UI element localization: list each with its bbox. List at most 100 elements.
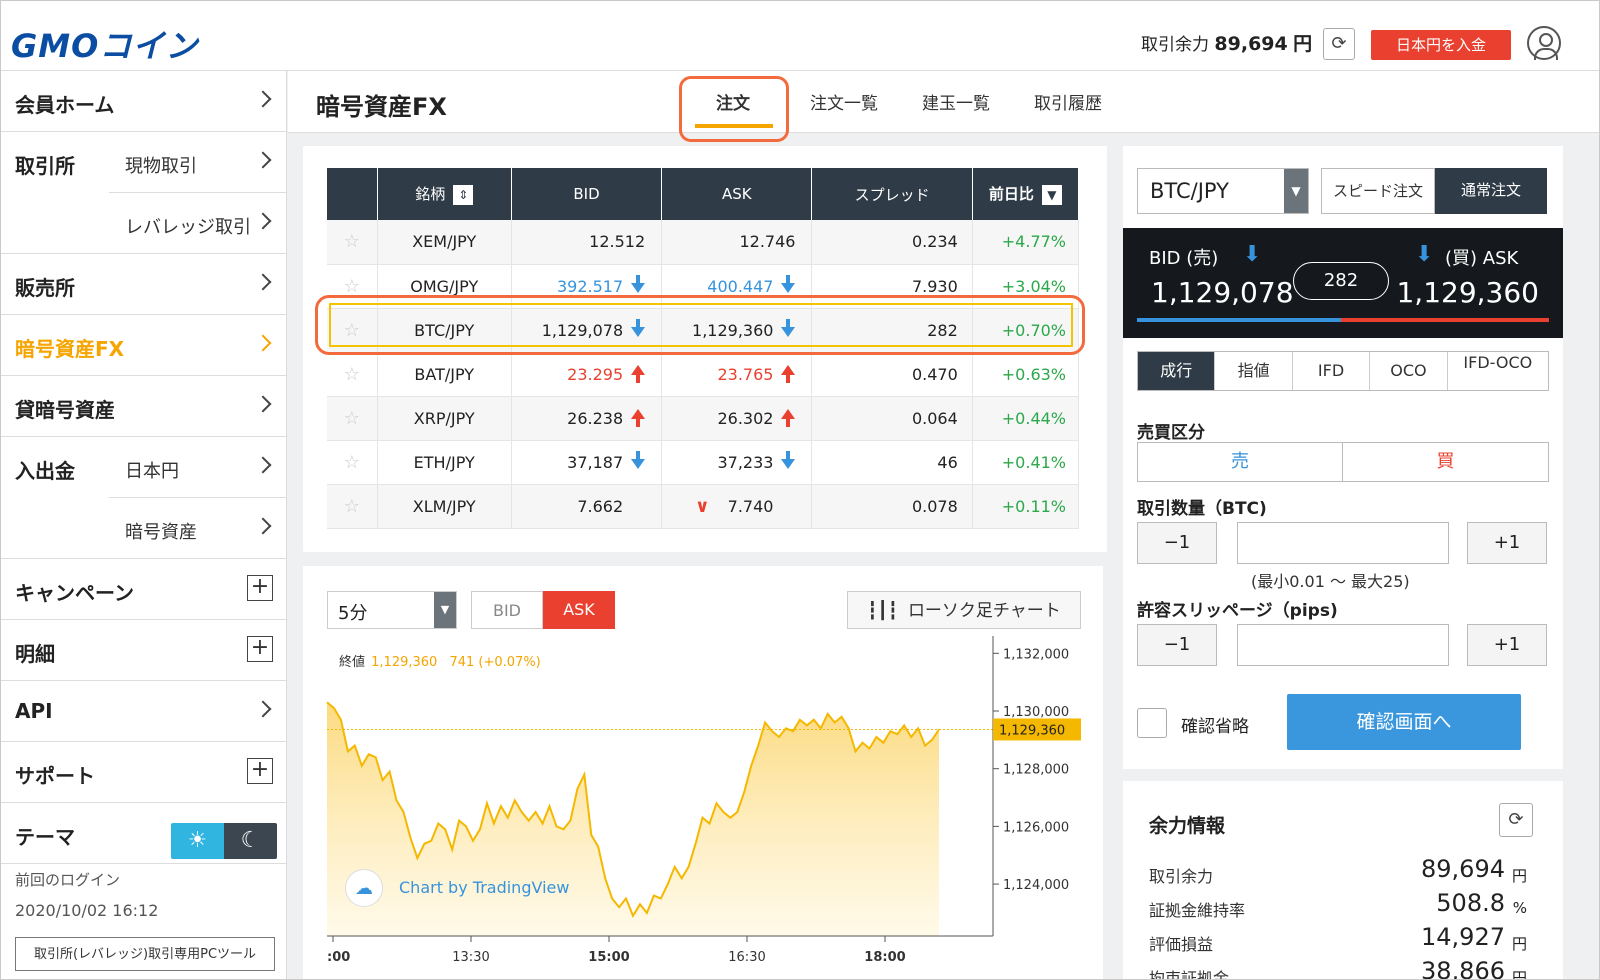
sidebar-item-leverage[interactable]: レバレッジ取引 xyxy=(109,193,287,254)
price-chart[interactable]: 1,132,000 1,130,000 1,128,000 1,126,000 1,12… xyxy=(303,566,1103,980)
tab-oco[interactable]: OCO xyxy=(1370,352,1448,390)
row-ask[interactable]: 12.746 xyxy=(661,220,813,265)
sidebar-item-label: テーマ xyxy=(15,825,75,849)
row-bid-value: 7.662 xyxy=(577,496,624,516)
ask-price[interactable]: 1,129,360 xyxy=(1396,276,1539,309)
row-bid[interactable]: 26.238 xyxy=(511,396,663,441)
row-ask[interactable]: ∨ 7.740 xyxy=(661,484,813,529)
row-bid[interactable]: 23.295 xyxy=(511,352,663,397)
theme-toggle[interactable]: ☀ ☾ xyxy=(171,823,277,859)
sidebar-item-api[interactable]: API xyxy=(1,681,287,742)
pin-icon[interactable]: ☆ xyxy=(327,396,378,441)
tab-ifd-oco[interactable]: IFD-OCO xyxy=(1448,352,1548,390)
qty-plus-button[interactable]: +1 xyxy=(1467,522,1547,564)
plus-icon[interactable]: + xyxy=(247,636,273,662)
table-row[interactable]: ☆ XRP/JPY 26.238 26.302 0.064 +0.44% xyxy=(327,396,1080,441)
confirm-button[interactable]: 確認画面へ xyxy=(1287,694,1521,750)
ask-label: (買) ASK xyxy=(1445,248,1519,269)
sidebar-sub-label: 現物取引 xyxy=(125,156,197,177)
qty-minus-button[interactable]: −1 xyxy=(1137,522,1217,564)
row-symbol: XLM/JPY xyxy=(377,484,512,529)
tab-history[interactable]: 取引履歴 xyxy=(1034,89,1102,114)
row-symbol: XEM/JPY xyxy=(377,220,512,265)
tradingview-logo-icon: ☁ xyxy=(345,869,383,907)
sidebar-item-label: 明細 xyxy=(15,642,55,666)
header-label: 銘柄 xyxy=(415,185,446,204)
capacity-value: 14,927 xyxy=(1421,923,1505,951)
speed-order-button[interactable]: スピード注文 xyxy=(1321,168,1435,214)
row-ask-value: 26.302 xyxy=(717,408,774,428)
row-bid[interactable]: 7.662 xyxy=(511,484,663,529)
header-change[interactable]: 前日比 ▼ xyxy=(972,168,1080,220)
table-row[interactable]: ☆ XEM/JPY 12.512 12.746 0.234 +4.77% xyxy=(327,220,1080,265)
tab-market[interactable]: 成行 xyxy=(1138,352,1216,390)
sort-desc-icon[interactable]: ▼ xyxy=(1041,184,1062,205)
slippage-input[interactable] xyxy=(1237,624,1449,666)
row-ask[interactable]: 23.765 xyxy=(661,352,813,397)
refresh-icon[interactable]: ⟳ xyxy=(1323,28,1355,60)
row-ask[interactable]: 37,233 xyxy=(661,440,813,485)
tab-order-list[interactable]: 注文一覧 xyxy=(810,89,878,114)
tab-limit[interactable]: 指値 xyxy=(1215,352,1293,390)
table-row[interactable]: ☆ XLM/JPY 7.662 ∨ 7.740 0.078 +0.11% xyxy=(327,484,1080,529)
user-icon[interactable] xyxy=(1527,26,1561,60)
slippage-minus-button[interactable]: −1 xyxy=(1137,624,1217,666)
arrow-up-icon xyxy=(631,408,646,427)
star-column-header xyxy=(327,168,378,220)
sidebar-item-spot[interactable]: 現物取引 xyxy=(109,132,287,193)
side-label: 売買区分 xyxy=(1137,423,1205,443)
refresh-icon[interactable]: ⟳ xyxy=(1499,803,1533,837)
price-board: BID (売) ⬇ ⬇ (買) ASK 1,129,078 282 1,129,… xyxy=(1123,228,1563,338)
row-bid[interactable]: 37,187 xyxy=(511,440,663,485)
sidebar-item-dw-jpy[interactable]: 日本円 xyxy=(109,437,287,498)
sort-icon[interactable]: ⇕ xyxy=(453,184,474,205)
tab-positions[interactable]: 建玉一覧 xyxy=(922,89,990,114)
pin-icon[interactable]: ☆ xyxy=(327,352,378,397)
normal-order-button[interactable]: 通常注文 xyxy=(1435,168,1547,214)
table-row[interactable]: ☆ BAT/JPY 23.295 23.765 0.470 +0.63% xyxy=(327,352,1080,397)
sun-icon[interactable]: ☀ xyxy=(171,823,224,859)
plus-icon[interactable]: + xyxy=(247,575,273,601)
pin-icon[interactable]: ☆ xyxy=(327,484,378,529)
deposit-jpy-button[interactable]: 日本円を入金 xyxy=(1371,30,1511,60)
header-symbol[interactable]: 銘柄 ⇕ xyxy=(377,168,512,220)
tab-ifd[interactable]: IFD xyxy=(1293,352,1371,390)
row-ask[interactable]: 26.302 xyxy=(661,396,813,441)
bid-price[interactable]: 1,129,078 xyxy=(1151,276,1294,309)
row-bid[interactable]: 12.512 xyxy=(511,220,663,265)
sidebar-item-home[interactable]: 会員ホーム xyxy=(1,71,287,132)
moon-icon[interactable]: ☾ xyxy=(224,823,277,859)
tab-highlight-outline xyxy=(679,76,789,142)
sidebar-item-campaign[interactable]: キャンペーン + xyxy=(1,559,287,620)
capacity-label: 評価損益 xyxy=(1149,935,1214,954)
app-frame: GMOコイン 取引余力 89,694 円 ⟳ 日本円を入金 会員ホーム 取引所 … xyxy=(0,0,1600,980)
pc-tool-button[interactable]: 取引所(レバレッジ)取引専用PCツール xyxy=(15,937,275,971)
gmo-coin-logo[interactable]: GMOコイン xyxy=(11,21,198,65)
sidebar-item-details[interactable]: 明細 + xyxy=(1,620,287,681)
sidebar-item-dw-crypto[interactable]: 暗号資産 xyxy=(109,498,287,559)
capacity-unit: % xyxy=(1512,899,1527,917)
chevron-right-icon xyxy=(254,151,272,169)
sidebar-item-lending[interactable]: 貸暗号資産 xyxy=(1,376,287,437)
sidebar-item-support[interactable]: サポート + xyxy=(1,742,287,803)
logo-text: GMOコイン xyxy=(11,27,199,65)
skip-confirm-checkbox[interactable] xyxy=(1137,708,1167,738)
pin-icon[interactable]: ☆ xyxy=(327,220,378,265)
sidebar-item-label: 取引所 xyxy=(15,154,75,178)
plus-icon[interactable]: + xyxy=(247,758,273,784)
tradingview-watermark[interactable]: Chart by TradingView xyxy=(399,878,569,897)
table-row[interactable]: ☆ ETH/JPY 37,187 37,233 46 +0.41% xyxy=(327,440,1080,485)
sidebar-item-label: 入出金 xyxy=(15,459,75,483)
sidebar-item-crypto-fx[interactable]: 暗号資産FX xyxy=(1,315,287,376)
sell-button[interactable]: 売 xyxy=(1137,442,1343,482)
chevron-down-icon[interactable]: ▼ xyxy=(1284,169,1308,213)
buy-button[interactable]: 買 xyxy=(1342,442,1549,482)
table-header-row: 銘柄 ⇕ BID ASK スプレッド 前日比 ▼ xyxy=(327,168,1080,220)
pair-select[interactable]: BTC/JPY ▼ xyxy=(1137,168,1309,214)
pin-icon[interactable]: ☆ xyxy=(327,440,378,485)
sidebar-sub-label: 暗号資産 xyxy=(125,522,197,543)
slippage-plus-button[interactable]: +1 xyxy=(1467,624,1547,666)
sidebar-item-sales[interactable]: 販売所 xyxy=(1,254,287,315)
capacity-label: 拘束証拠金 xyxy=(1149,969,1230,980)
qty-input[interactable] xyxy=(1237,522,1449,564)
